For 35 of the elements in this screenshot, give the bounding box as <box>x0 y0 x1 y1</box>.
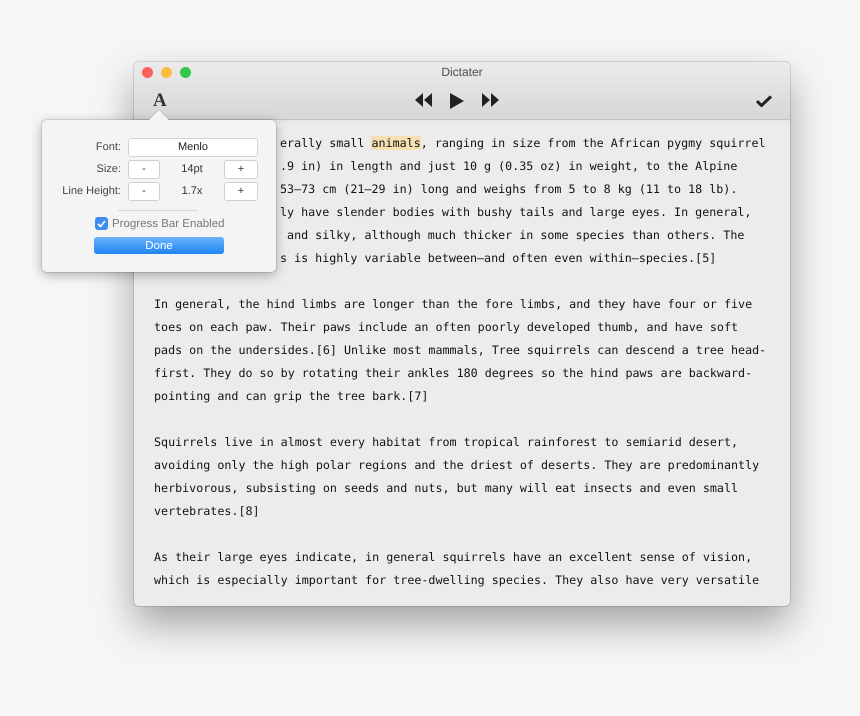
increase-button[interactable]: + <box>224 182 258 200</box>
text-line: As their large eyes indicate, in general squirrels have an excellent sense of vision, <box>154 549 754 566</box>
decrease-button[interactable]: - <box>128 160 160 178</box>
text-line: herbivorous, subsisting on seeds and nuts, but many will eat insects and even small <box>154 480 740 497</box>
text-line: ly have slender bodies with bushy tails and large eyes. In general, <box>280 204 752 221</box>
size-label: Size: <box>96 163 122 175</box>
text-line: which is especially important for tree-dwelling species. They also have very versatile <box>154 572 760 589</box>
text-line: In general, the hind limbs are longer than the fore limbs, and they have four or five <box>154 296 754 313</box>
text-line: first. They do so by rotating their ankles 180 degrees so the hind paws are backward- <box>154 365 754 382</box>
text-line: 53–73 cm (21–29 in) long and weighs from 5 to 8 kg (11 to 18 lb). <box>280 181 738 198</box>
line-height-label: Line Height: <box>61 185 122 197</box>
checkbox-label: Progress Bar Enabled <box>112 218 225 230</box>
font-field[interactable]: Menlo <box>128 138 258 156</box>
play-icon[interactable] <box>450 92 464 108</box>
increase-button[interactable]: + <box>224 160 258 178</box>
line-height-value: 1.7x <box>180 185 204 197</box>
text-line: s is highly variable between—and often even within—species.[5] <box>280 250 718 267</box>
fast-forward-icon[interactable] <box>482 92 500 108</box>
checkmark-icon[interactable] <box>756 94 772 106</box>
text-line: and silky, although much thicker in some species than others. The <box>286 227 746 244</box>
window-title: Dictater <box>440 65 484 79</box>
checkbox[interactable] <box>95 217 108 230</box>
text-line: Squirrels live in almost every habitat from tropical rainforest to semiarid desert, <box>154 434 740 451</box>
font-label: Font: <box>94 141 122 153</box>
text-line: erally small animals, ranging in size from the African pygmy squirrel <box>280 135 767 152</box>
text-line: vertebrates.[8] <box>154 503 261 520</box>
text-line: .9 in) in length and just 10 g (0.35 oz) in weight, to the Alpine <box>280 158 738 175</box>
text-line: toes on each paw. Their paws include an often poorly developed thumb, and have soft <box>154 319 740 336</box>
rewind-icon[interactable] <box>415 92 432 108</box>
font-button[interactable]: A <box>151 90 169 112</box>
text-line: pads on the undersides.[6] Unlike most mammals, Tree squirrels can descend a tree head- <box>154 342 768 359</box>
size-value: 14pt <box>180 163 204 175</box>
decrease-button[interactable]: - <box>128 182 160 200</box>
text-line: pointing and can grip the tree bark.[7] <box>154 388 430 405</box>
text-line: avoiding only the high polar regions and the driest of deserts. They are predominantly <box>154 457 760 474</box>
